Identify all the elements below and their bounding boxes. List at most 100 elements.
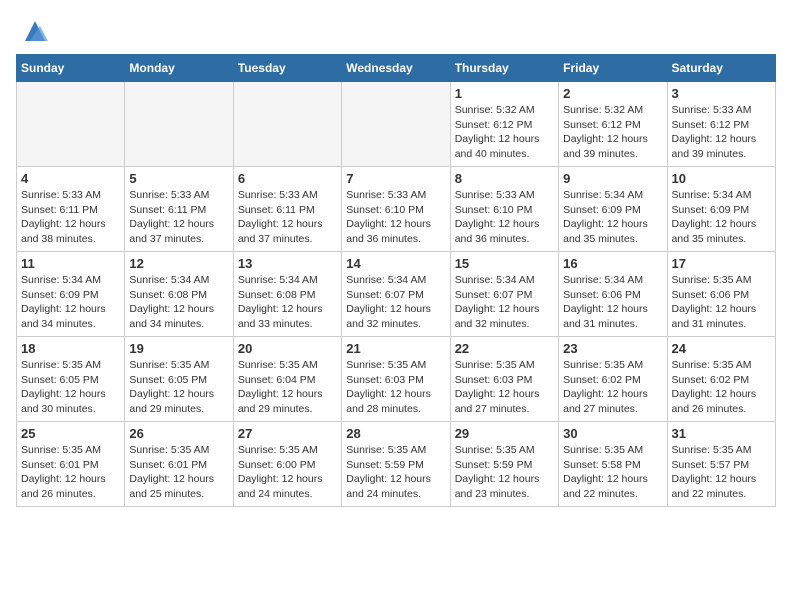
day-number: 4 xyxy=(21,171,120,186)
day-info: Sunrise: 5:34 AMSunset: 6:06 PMDaylight:… xyxy=(563,273,662,332)
calendar-header-friday: Friday xyxy=(559,55,667,82)
calendar-cell: 9 Sunrise: 5:34 AMSunset: 6:09 PMDaylight… xyxy=(559,167,667,252)
day-info: Sunrise: 5:34 AMSunset: 6:07 PMDaylight:… xyxy=(346,273,445,332)
day-number: 14 xyxy=(346,256,445,271)
calendar-cell: 24 Sunrise: 5:35 AMSunset: 6:02 PMDayligh… xyxy=(667,337,775,422)
week-row-4: 25 Sunrise: 5:35 AMSunset: 6:01 PMDayligh… xyxy=(17,422,776,507)
calendar-cell: 5 Sunrise: 5:33 AMSunset: 6:11 PMDaylight… xyxy=(125,167,233,252)
calendar-table: SundayMondayTuesdayWednesdayThursdayFrid… xyxy=(16,54,776,507)
day-number: 7 xyxy=(346,171,445,186)
day-number: 17 xyxy=(672,256,771,271)
day-info: Sunrise: 5:35 AMSunset: 6:04 PMDaylight:… xyxy=(238,358,337,417)
day-number: 23 xyxy=(563,341,662,356)
day-number: 12 xyxy=(129,256,228,271)
day-info: Sunrise: 5:35 AMSunset: 5:57 PMDaylight:… xyxy=(672,443,771,502)
day-info: Sunrise: 5:32 AMSunset: 6:12 PMDaylight:… xyxy=(563,103,662,162)
calendar-header-wednesday: Wednesday xyxy=(342,55,450,82)
calendar-cell: 20 Sunrise: 5:35 AMSunset: 6:04 PMDayligh… xyxy=(233,337,341,422)
calendar-cell: 27 Sunrise: 5:35 AMSunset: 6:00 PMDayligh… xyxy=(233,422,341,507)
calendar-cell: 28 Sunrise: 5:35 AMSunset: 5:59 PMDayligh… xyxy=(342,422,450,507)
day-info: Sunrise: 5:35 AMSunset: 5:59 PMDaylight:… xyxy=(346,443,445,502)
calendar-cell: 30 Sunrise: 5:35 AMSunset: 5:58 PMDayligh… xyxy=(559,422,667,507)
day-number: 28 xyxy=(346,426,445,441)
calendar-cell: 22 Sunrise: 5:35 AMSunset: 6:03 PMDayligh… xyxy=(450,337,558,422)
day-number: 2 xyxy=(563,86,662,101)
day-info: Sunrise: 5:35 AMSunset: 6:03 PMDaylight:… xyxy=(455,358,554,417)
day-info: Sunrise: 5:33 AMSunset: 6:11 PMDaylight:… xyxy=(129,188,228,247)
calendar-cell: 8Sunrise: 5:33 AMSunset: 6:10 PMDaylight… xyxy=(450,167,558,252)
day-info: Sunrise: 5:35 AMSunset: 5:58 PMDaylight:… xyxy=(563,443,662,502)
calendar-cell: 15 Sunrise: 5:34 AMSunset: 6:07 PMDayligh… xyxy=(450,252,558,337)
calendar-cell: 1 Sunrise: 5:32 AMSunset: 6:12 PMDaylight… xyxy=(450,82,558,167)
calendar-header-row: SundayMondayTuesdayWednesdayThursdayFrid… xyxy=(17,55,776,82)
calendar-cell: 29 Sunrise: 5:35 AMSunset: 5:59 PMDayligh… xyxy=(450,422,558,507)
day-info: Sunrise: 5:35 AMSunset: 6:00 PMDaylight:… xyxy=(238,443,337,502)
day-info: Sunrise: 5:35 AMSunset: 6:02 PMDaylight:… xyxy=(672,358,771,417)
week-row-0: 1 Sunrise: 5:32 AMSunset: 6:12 PMDaylight… xyxy=(17,82,776,167)
day-info: Sunrise: 5:35 AMSunset: 5:59 PMDaylight:… xyxy=(455,443,554,502)
calendar-cell: 4 Sunrise: 5:33 AMSunset: 6:11 PMDaylight… xyxy=(17,167,125,252)
day-number: 27 xyxy=(238,426,337,441)
day-info: Sunrise: 5:33 AMSunset: 6:11 PMDaylight:… xyxy=(238,188,337,247)
calendar-header-tuesday: Tuesday xyxy=(233,55,341,82)
day-info: Sunrise: 5:34 AMSunset: 6:09 PMDaylight:… xyxy=(563,188,662,247)
day-info: Sunrise: 5:32 AMSunset: 6:12 PMDaylight:… xyxy=(455,103,554,162)
day-info: Sunrise: 5:33 AMSunset: 6:11 PMDaylight:… xyxy=(21,188,120,247)
calendar-cell: 19Sunrise: 5:35 AMSunset: 6:05 PMDayligh… xyxy=(125,337,233,422)
day-number: 21 xyxy=(346,341,445,356)
day-number: 24 xyxy=(672,341,771,356)
calendar-cell: 10 Sunrise: 5:34 AMSunset: 6:09 PMDayligh… xyxy=(667,167,775,252)
calendar-cell xyxy=(233,82,341,167)
day-info: Sunrise: 5:35 AMSunset: 6:01 PMDaylight:… xyxy=(21,443,120,502)
day-number: 20 xyxy=(238,341,337,356)
day-info: Sunrise: 5:33 AMSunset: 6:12 PMDaylight:… xyxy=(672,103,771,162)
logo xyxy=(16,16,50,46)
day-info: Sunrise: 5:34 AMSunset: 6:08 PMDaylight:… xyxy=(129,273,228,332)
day-number: 18 xyxy=(21,341,120,356)
day-number: 13 xyxy=(238,256,337,271)
day-info: Sunrise: 5:33 AMSunset: 6:10 PMDaylight:… xyxy=(346,188,445,247)
calendar-cell xyxy=(342,82,450,167)
day-number: 22 xyxy=(455,341,554,356)
day-number: 15 xyxy=(455,256,554,271)
day-number: 26 xyxy=(129,426,228,441)
day-number: 5 xyxy=(129,171,228,186)
day-number: 30 xyxy=(563,426,662,441)
day-number: 29 xyxy=(455,426,554,441)
day-info: Sunrise: 5:35 AMSunset: 6:06 PMDaylight:… xyxy=(672,273,771,332)
week-row-3: 18 Sunrise: 5:35 AMSunset: 6:05 PMDayligh… xyxy=(17,337,776,422)
calendar-cell: 16 Sunrise: 5:34 AMSunset: 6:06 PMDayligh… xyxy=(559,252,667,337)
calendar-cell: 21Sunrise: 5:35 AMSunset: 6:03 PMDayligh… xyxy=(342,337,450,422)
page-header xyxy=(16,16,776,46)
day-info: Sunrise: 5:35 AMSunset: 6:02 PMDaylight:… xyxy=(563,358,662,417)
calendar-cell xyxy=(125,82,233,167)
day-number: 11 xyxy=(21,256,120,271)
calendar-cell: 11Sunrise: 5:34 AMSunset: 6:09 PMDayligh… xyxy=(17,252,125,337)
calendar-cell: 17 Sunrise: 5:35 AMSunset: 6:06 PMDayligh… xyxy=(667,252,775,337)
day-number: 1 xyxy=(455,86,554,101)
day-info: Sunrise: 5:34 AMSunset: 6:09 PMDaylight:… xyxy=(672,188,771,247)
calendar-cell: 6 Sunrise: 5:33 AMSunset: 6:11 PMDaylight… xyxy=(233,167,341,252)
calendar-cell: 31 Sunrise: 5:35 AMSunset: 5:57 PMDayligh… xyxy=(667,422,775,507)
calendar-header-monday: Monday xyxy=(125,55,233,82)
day-info: Sunrise: 5:33 AMSunset: 6:10 PMDaylight:… xyxy=(455,188,554,247)
day-number: 10 xyxy=(672,171,771,186)
calendar-cell: 7 Sunrise: 5:33 AMSunset: 6:10 PMDaylight… xyxy=(342,167,450,252)
calendar-cell: 13 Sunrise: 5:34 AMSunset: 6:08 PMDayligh… xyxy=(233,252,341,337)
day-info: Sunrise: 5:34 AMSunset: 6:07 PMDaylight:… xyxy=(455,273,554,332)
day-number: 16 xyxy=(563,256,662,271)
day-info: Sunrise: 5:35 AMSunset: 6:05 PMDaylight:… xyxy=(129,358,228,417)
day-info: Sunrise: 5:34 AMSunset: 6:08 PMDaylight:… xyxy=(238,273,337,332)
logo-icon xyxy=(20,16,50,46)
calendar-cell xyxy=(17,82,125,167)
day-number: 31 xyxy=(672,426,771,441)
day-number: 9 xyxy=(563,171,662,186)
day-number: 25 xyxy=(21,426,120,441)
calendar-cell: 18Sunrise: 5:35 AMSunset: 6:05 PMDayligh… xyxy=(17,337,125,422)
day-number: 6 xyxy=(238,171,337,186)
calendar-cell: 23 Sunrise: 5:35 AMSunset: 6:02 PMDayligh… xyxy=(559,337,667,422)
calendar-cell: 3 Sunrise: 5:33 AMSunset: 6:12 PMDaylight… xyxy=(667,82,775,167)
day-number: 3 xyxy=(672,86,771,101)
calendar-cell: 14 Sunrise: 5:34 AMSunset: 6:07 PMDayligh… xyxy=(342,252,450,337)
day-info: Sunrise: 5:35 AMSunset: 6:01 PMDaylight:… xyxy=(129,443,228,502)
